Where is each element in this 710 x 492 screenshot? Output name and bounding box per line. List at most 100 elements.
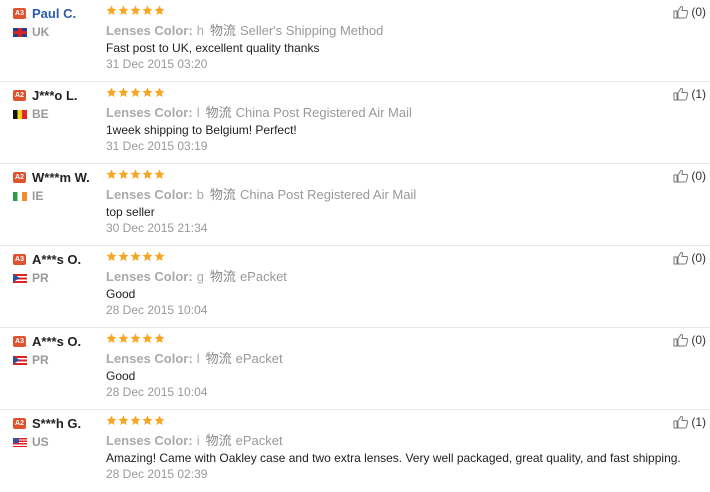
star-icon	[142, 415, 153, 425]
star-icon	[118, 415, 129, 425]
buyer-info: A2 W***m W. IE	[13, 169, 105, 204]
lenses-color-value: h	[196, 23, 204, 38]
buyer-country: US	[32, 435, 49, 449]
review-content: Lenses Color: h 物流 Seller's Shipping Method…	[106, 5, 650, 72]
helpful-count: (0)	[691, 5, 706, 19]
star-icon	[130, 333, 141, 343]
star-icon	[154, 169, 165, 179]
lenses-color-value: i	[196, 433, 200, 448]
logistics-label: 物流	[209, 187, 236, 202]
shipping-method: China Post Registered Air Mail	[239, 187, 417, 202]
star-icon	[142, 5, 153, 15]
review-date: 28 Dec 2015 10:04	[106, 303, 208, 317]
lenses-color-value: g	[196, 269, 204, 284]
helpful-button[interactable]: (0)	[673, 5, 706, 19]
helpful-button[interactable]: (1)	[673, 87, 706, 101]
country-flag-icon	[13, 27, 27, 37]
order-info: Lenses Color: l 物流 ePacket	[106, 350, 650, 367]
logistics-label: 物流	[209, 23, 236, 38]
lenses-color-label: Lenses Color:	[106, 187, 193, 202]
shipping-method: ePacket	[235, 351, 283, 366]
star-icon	[118, 251, 129, 261]
country-flag-icon	[13, 437, 27, 447]
star-icon	[142, 333, 153, 343]
buyer-level-badge: A3	[13, 335, 26, 347]
buyer-level-badge: A3	[13, 7, 26, 19]
thumbs-up-icon[interactable]	[673, 415, 689, 429]
review-comment: Good	[106, 369, 136, 383]
shipping-method: China Post Registered Air Mail	[235, 105, 412, 120]
review-item: A2 W***m W. IE Lenses Color: b 物流 China Pos…	[0, 164, 710, 246]
star-icon	[106, 333, 117, 343]
review-date: 31 Dec 2015 03:20	[106, 57, 208, 71]
logistics-label: 物流	[205, 433, 232, 448]
order-info: Lenses Color: g 物流 ePacket	[106, 268, 650, 285]
thumbs-up-icon[interactable]	[673, 87, 689, 101]
review-comment: 1week shipping to Belgium! Perfect!	[106, 123, 297, 137]
star-icon	[142, 251, 153, 261]
thumbs-up-icon[interactable]	[673, 169, 689, 183]
shipping-method: ePacket	[235, 433, 283, 448]
helpful-count: (0)	[691, 251, 706, 265]
country-flag-icon	[13, 109, 27, 119]
helpful-count: (0)	[691, 333, 706, 347]
star-icon	[106, 169, 117, 179]
order-info: Lenses Color: l 物流 China Post Registered Ai…	[106, 104, 650, 121]
star-icon	[142, 87, 153, 97]
helpful-button[interactable]: (1)	[673, 415, 706, 429]
buyer-info: A2 S***h G. US	[13, 415, 105, 450]
buyer-country: BE	[32, 107, 49, 121]
country-flag-icon	[13, 191, 27, 201]
buyer-name: A***s O.	[32, 251, 82, 267]
shipping-method: Seller's Shipping Method	[239, 23, 384, 38]
lenses-color-label: Lenses Color:	[106, 269, 193, 284]
helpful-button[interactable]: (0)	[673, 169, 706, 183]
star-icon	[130, 87, 141, 97]
review-content: Lenses Color: g 物流 ePacket Good 28 Dec 2015…	[106, 251, 650, 318]
star-icon	[154, 87, 165, 97]
thumbs-up-icon[interactable]	[673, 333, 689, 347]
buyer-name[interactable]: Paul C.	[32, 6, 76, 21]
review-comment: top seller	[106, 205, 155, 219]
star-rating	[106, 333, 650, 347]
lenses-color-value: l	[196, 351, 200, 366]
review-date: 31 Dec 2015 03:19	[106, 139, 208, 153]
star-icon	[154, 251, 165, 261]
star-icon	[130, 169, 141, 179]
thumbs-up-icon[interactable]	[673, 251, 689, 265]
buyer-level-badge: A2	[13, 89, 26, 101]
review-comment: Amazing! Came with Oakley case and two e…	[106, 451, 681, 465]
star-icon	[118, 5, 129, 15]
helpful-button[interactable]: (0)	[673, 333, 706, 347]
shipping-method: ePacket	[239, 269, 287, 284]
lenses-color-label: Lenses Color:	[106, 23, 193, 38]
star-rating	[106, 169, 650, 183]
helpful-count: (0)	[691, 169, 706, 183]
buyer-level-badge: A3	[13, 253, 26, 265]
order-info: Lenses Color: h 物流 Seller's Shipping Method	[106, 22, 650, 39]
buyer-info: A3 A***s O. PR	[13, 333, 105, 368]
buyer-name: A***s O.	[32, 333, 82, 349]
review-item: A3 A***s O. PR Lenses Color: g 物流 ePacket G…	[0, 246, 710, 328]
lenses-color-label: Lenses Color:	[106, 105, 193, 120]
country-flag-icon	[13, 355, 27, 365]
star-icon	[106, 5, 117, 15]
lenses-color-label: Lenses Color:	[106, 433, 193, 448]
helpful-count: (1)	[691, 415, 706, 429]
star-rating	[106, 415, 650, 429]
star-rating	[106, 251, 650, 265]
review-content: Lenses Color: b 物流 China Post Registered Ai…	[106, 169, 650, 236]
review-comment: Good	[106, 287, 136, 301]
star-icon	[106, 415, 117, 425]
lenses-color-label: Lenses Color:	[106, 351, 193, 366]
star-icon	[118, 87, 129, 97]
buyer-info: A3 Paul C. UK	[13, 5, 105, 40]
helpful-button[interactable]: (0)	[673, 251, 706, 265]
star-rating	[106, 5, 650, 19]
star-rating	[106, 87, 650, 101]
star-icon	[154, 415, 165, 425]
thumbs-up-icon[interactable]	[673, 5, 689, 19]
star-icon	[106, 251, 117, 261]
buyer-name: J***o L.	[32, 87, 78, 103]
buyer-country: UK	[32, 25, 50, 39]
